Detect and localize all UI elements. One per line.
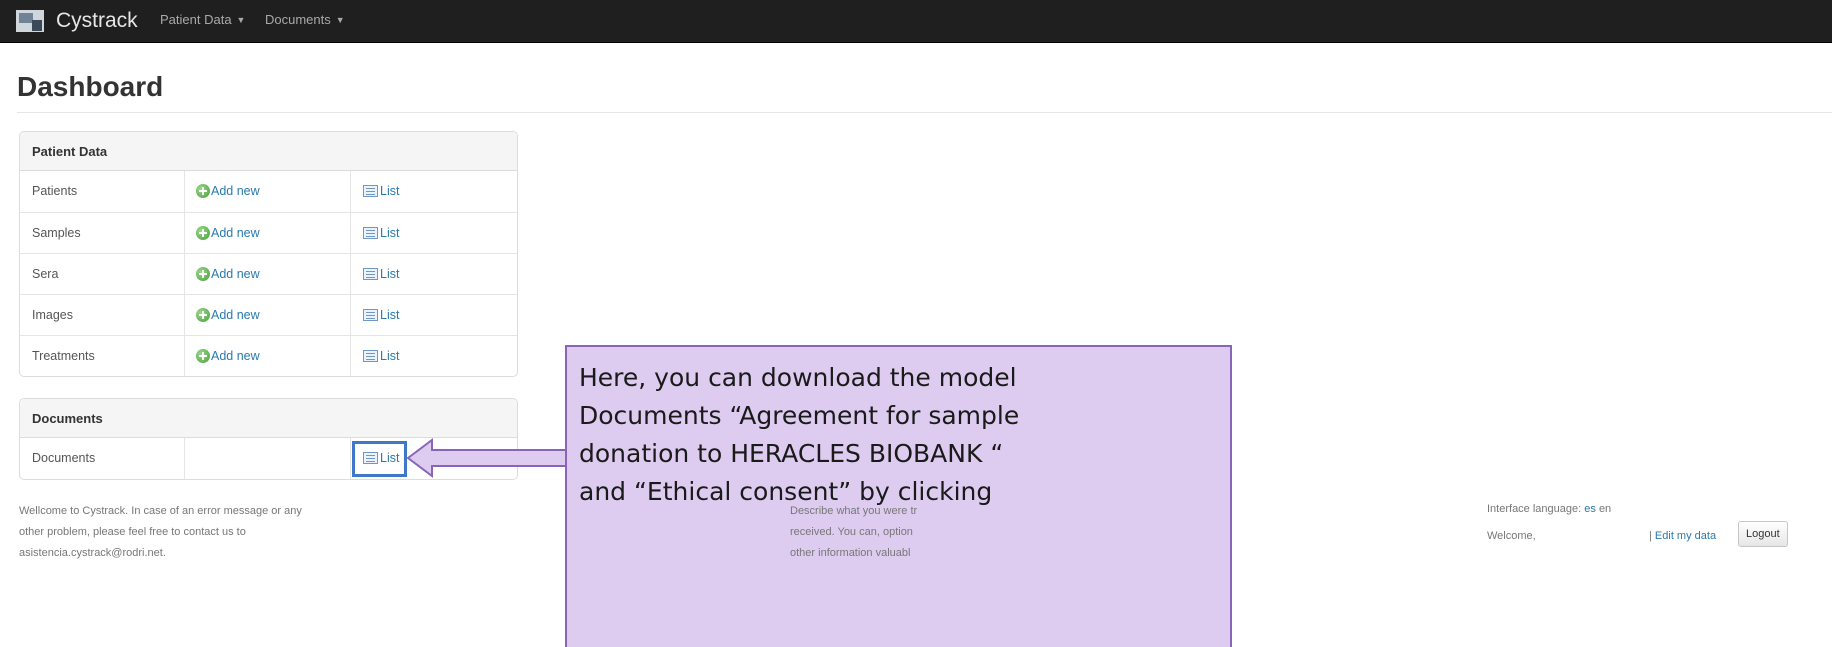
list-label: List — [380, 184, 400, 198]
top-navbar: Cystrack Patient Data ▼ Documents ▼ — [0, 0, 1832, 43]
add-new-link[interactable]: Add new — [196, 254, 260, 294]
add-new-link[interactable]: Add new — [196, 171, 260, 211]
add-new-label: Add new — [211, 226, 260, 240]
add-icon — [196, 184, 210, 198]
list-label: List — [380, 226, 400, 240]
row-label: Patients — [32, 184, 78, 198]
panel-heading: Documents — [20, 399, 517, 438]
row-label: Treatments — [32, 349, 95, 363]
language-en-current: en — [1598, 503, 1612, 515]
table-row: Samples Add new List — [20, 212, 517, 253]
language-es-link[interactable]: es — [1584, 503, 1596, 515]
table-row: Patients Add new List — [20, 171, 517, 212]
add-new-link[interactable]: Add new — [196, 295, 260, 335]
add-icon — [196, 226, 210, 240]
table-row: Sera Add new List — [20, 253, 517, 294]
list-label: List — [380, 308, 400, 322]
patient-data-panel: Patient Data Patients Add new List Samples A… — [19, 131, 518, 377]
add-new-label: Add new — [211, 308, 260, 322]
footer-line: other problem, please feel free to conta… — [19, 526, 246, 538]
instruction-callout: Here, you can download the model Documen… — [565, 345, 1232, 647]
list-label: List — [380, 349, 400, 363]
list-link[interactable]: List — [363, 171, 399, 211]
add-new-link[interactable]: Add new — [196, 336, 260, 376]
list-icon — [363, 185, 378, 197]
row-label: Samples — [32, 226, 81, 240]
list-icon — [363, 268, 378, 280]
row-label: Images — [32, 308, 73, 322]
add-new-label: Add new — [211, 184, 260, 198]
list-link[interactable]: List — [363, 336, 399, 376]
footer-describe-text: Describe what you were tr received. You … — [790, 501, 1005, 564]
row-label: Sera — [32, 267, 59, 281]
panel-heading: Patient Data — [20, 132, 517, 171]
table-row: Treatments Add new List — [20, 335, 517, 376]
add-new-label: Add new — [211, 349, 260, 363]
footer-line: Describe what you were tr — [790, 505, 918, 517]
separator: | — [1649, 530, 1652, 542]
welcome-text: Welcome, — [1487, 530, 1536, 542]
footer-line: received. You can, option — [790, 526, 913, 538]
add-icon — [196, 349, 210, 363]
table-row: Images Add new List — [20, 294, 517, 335]
footer-line: asistencia.cystrack@rodri.net. — [19, 547, 166, 559]
callout-line: donation to HERACLES BIOBANK “ — [579, 439, 1004, 468]
brand[interactable]: Cystrack — [16, 7, 138, 35]
nav-menu-label: Patient Data — [160, 12, 232, 27]
list-link[interactable]: List — [363, 295, 399, 335]
add-new-link[interactable]: Add new — [196, 213, 260, 253]
edit-data-area: | Edit my data — [1649, 530, 1716, 542]
list-icon — [363, 350, 378, 362]
title-divider — [17, 112, 1832, 113]
footer-line: Wellcome to Cystrack. In case of an erro… — [19, 505, 302, 517]
callout-line: Here, you can download the model — [579, 363, 1017, 392]
list-link[interactable]: List — [363, 213, 399, 253]
interface-language: Interface language: es en — [1487, 503, 1611, 515]
caret-down-icon: ▼ — [236, 15, 246, 25]
logout-button[interactable]: Logout — [1738, 521, 1788, 547]
page-title: Dashboard — [17, 71, 164, 102]
arrow-left-icon — [406, 438, 571, 478]
caret-down-icon: ▼ — [335, 15, 345, 25]
footer-contact-text: Wellcome to Cystrack. In case of an erro… — [19, 501, 364, 564]
edit-my-data-link[interactable]: Edit my data — [1655, 530, 1716, 542]
add-icon — [196, 267, 210, 281]
add-new-label: Add new — [211, 267, 260, 281]
list-label: List — [380, 267, 400, 281]
nav-menu-documents[interactable]: Documents ▼ — [265, 12, 345, 27]
footer-line: other information valuabl — [790, 547, 911, 559]
highlight-box — [352, 441, 407, 477]
brand-name: Cystrack — [56, 9, 138, 32]
language-label: Interface language: — [1487, 503, 1582, 515]
list-link[interactable]: List — [363, 254, 399, 294]
cystrack-logo-icon — [16, 10, 44, 32]
add-icon — [196, 308, 210, 322]
list-icon — [363, 227, 378, 239]
row-label: Documents — [32, 451, 96, 465]
nav-menu-patient-data[interactable]: Patient Data ▼ — [160, 12, 245, 27]
nav-menu-label: Documents — [265, 12, 331, 27]
list-icon — [363, 309, 378, 321]
callout-line: Documents “Agreement for sample — [579, 401, 1020, 430]
